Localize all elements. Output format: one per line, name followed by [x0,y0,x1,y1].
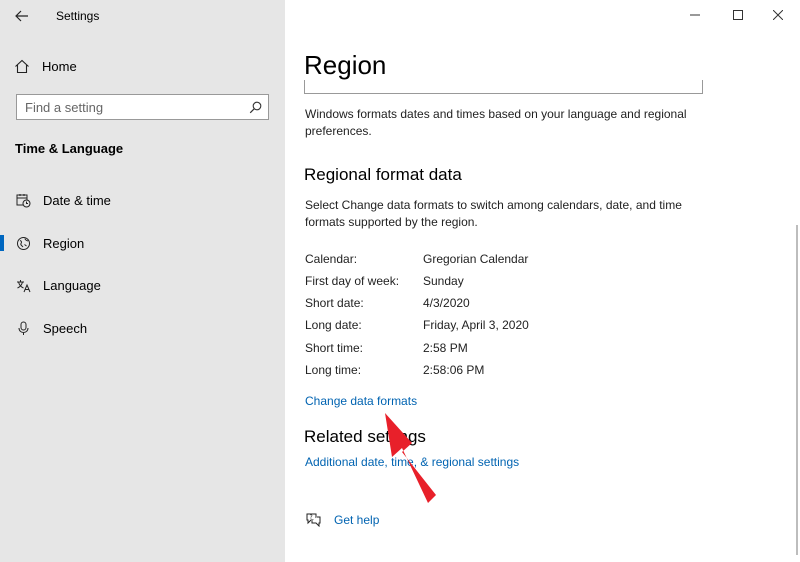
search-input[interactable] [17,99,242,115]
maximize-icon [733,10,743,20]
back-arrow-icon [15,10,28,22]
close-icon [773,10,783,20]
home-nav-item[interactable]: Home [14,56,77,76]
search-icon[interactable] [242,101,268,114]
microphone-icon [15,321,31,336]
sidebar-item-region[interactable]: Region [0,226,285,260]
formats-description: Windows formats dates and times based on… [305,107,687,138]
get-help-link[interactable]: ? Get help [305,512,379,527]
app-title: Settings [56,9,100,23]
scrollbar[interactable] [796,225,798,555]
sidebar-item-label: Speech [43,320,88,336]
format-row: Long date: Friday, April 3, 2020 [305,318,725,338]
active-indicator [0,235,4,251]
sidebar-item-label: Date & time [43,192,111,208]
close-button[interactable] [761,4,795,26]
format-key: Calendar: [305,252,358,266]
minimize-icon [690,14,700,16]
format-value: 4/3/2020 [423,296,470,310]
get-help-label: Get help [334,512,380,527]
format-key: Long date: [305,318,362,332]
globe-icon [15,236,31,251]
change-data-formats-link[interactable]: Change data formats [305,394,417,408]
format-row: Short date: 4/3/2020 [305,296,725,316]
format-key: First day of week: [305,274,400,288]
sidebar-item-label: Region [43,235,85,251]
sidebar-item-speech[interactable]: Speech [0,311,285,345]
language-icon [15,278,31,293]
format-row: First day of week: Sunday [305,274,725,294]
home-label: Home [42,58,77,74]
sidebar-item-language[interactable]: Language [0,268,285,302]
format-value: 2:58 PM [423,341,468,355]
related-settings-heading: Related settings [304,427,426,446]
page-title: Region [304,50,387,80]
svg-text:?: ? [310,514,313,521]
regional-format-description: Select Change data formats to switch amo… [305,198,682,229]
sidebar-item-label: Language [43,277,101,293]
clock-calendar-icon [15,193,31,208]
format-key: Short date: [305,296,364,310]
maximize-button[interactable] [721,4,755,26]
format-row: Short time: 2:58 PM [305,341,725,361]
minimize-button[interactable] [678,4,712,26]
regional-format-heading: Regional format data [304,165,462,184]
additional-regional-settings-link[interactable]: Additional date, time, & regional settin… [305,455,519,469]
sidebar-item-date-time[interactable]: Date & time [0,183,285,217]
format-key: Short time: [305,341,364,355]
format-value: 2:58:06 PM [423,363,485,377]
format-row: Calendar: Gregorian Calendar [305,252,725,272]
format-value: Gregorian Calendar [423,252,529,266]
format-row: Long time: 2:58:06 PM [305,363,725,383]
sidebar: Settings Home Time & Language Date & tim… [0,0,285,562]
section-title: Time & Language [15,141,124,156]
format-value: Friday, April 3, 2020 [423,318,529,332]
regional-format-dropdown[interactable] [304,80,703,94]
format-value: Sunday [423,274,464,288]
home-icon [15,59,29,73]
back-button[interactable] [8,4,36,28]
search-box[interactable] [16,94,269,120]
format-key: Long time: [305,363,362,377]
help-chat-icon: ? [306,513,321,527]
main-content: Region Windows formats dates and times b… [285,0,800,562]
